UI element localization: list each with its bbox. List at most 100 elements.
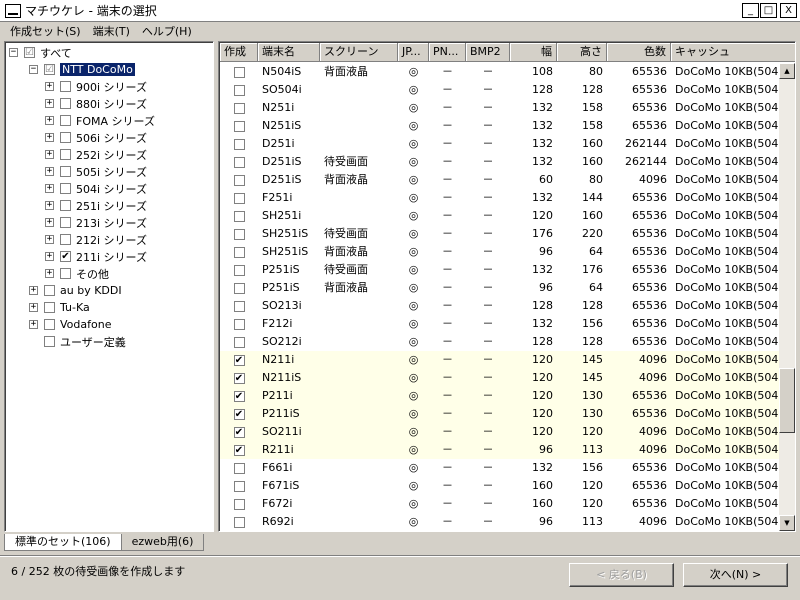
row-checkbox[interactable]: ✔ [233,390,245,402]
column-header-png[interactable]: PN... [429,43,466,62]
tree-node[interactable]: + Tu-Ka [29,299,90,316]
row-checkbox[interactable] [233,84,245,96]
row-checkbox[interactable] [233,192,245,204]
tree-checkbox[interactable] [60,132,71,143]
row-checkbox[interactable]: ✔ [233,408,245,420]
tree-node[interactable]: +212i シリーズ [45,231,147,248]
table-row[interactable]: ✔ R211i ◎ － － 96 113 4096 DoCoMo 10KB(504i [220,441,779,459]
tree-checkbox[interactable] [60,98,71,109]
tree-checkbox[interactable] [60,81,71,92]
expand-icon[interactable]: + [29,286,38,295]
cell-check[interactable] [220,117,258,135]
table-row[interactable]: F212i ◎ － － 132 156 65536 DoCoMo 10KB(504i [220,315,779,333]
expand-icon[interactable]: + [45,116,54,125]
tree-checkbox[interactable] [60,200,71,211]
row-checkbox[interactable] [233,462,245,474]
cell-check[interactable]: ✔ [220,423,258,441]
cell-check[interactable] [220,135,258,153]
row-checkbox[interactable]: ✔ [233,426,245,438]
table-row[interactable]: ✔ P211i ◎ － － 120 130 65536 DoCoMo 10KB(504i [220,387,779,405]
table-row[interactable]: F672i ◎ － － 160 120 65536 DoCoMo 10KB(504i [220,495,779,513]
tree-node[interactable]: +252i シリーズ [45,146,147,163]
column-header-jpeg[interactable]: JP... [398,43,429,62]
tree-node[interactable]: − ☑ NTT DoCoMo [29,61,135,78]
next-button[interactable]: 次へ(N) > [683,563,788,587]
menu-item-set[interactable]: 作成セット(S) [4,23,87,39]
tree-checkbox[interactable] [60,166,71,177]
cell-check[interactable]: ✔ [220,369,258,387]
table-row[interactable]: ✔ P211iS ◎ － － 120 130 65536 DoCoMo 10KB(504i [220,405,779,423]
cell-check[interactable] [220,261,258,279]
expand-icon[interactable]: + [45,167,54,176]
tree-node[interactable]: +506i シリーズ [45,129,147,146]
cell-check[interactable] [220,513,258,531]
cell-check[interactable]: ✔ [220,387,258,405]
expand-icon[interactable]: + [45,269,54,278]
row-checkbox[interactable] [233,210,245,222]
tree-checkbox[interactable] [60,183,71,194]
row-checkbox[interactable] [233,282,245,294]
device-tree[interactable]: − ☑ すべて − ☑ NTT DoCoMo +900i シリーズ +880i シリーズ + FO… [4,41,214,532]
column-header-screen[interactable]: スクリーン [320,43,398,62]
table-row[interactable]: SH251i ◎ － － 120 160 65536 DoCoMo 10KB(504i [220,207,779,225]
cell-check[interactable] [220,297,258,315]
table-row[interactable]: N251i ◎ － － 132 158 65536 DoCoMo 10KB(504i [220,99,779,117]
row-checkbox[interactable] [233,336,245,348]
tree-node[interactable]: +505i シリーズ [45,163,147,180]
expand-icon[interactable]: + [45,235,54,244]
tree-checkbox[interactable] [60,217,71,228]
cell-check[interactable]: ✔ [220,441,258,459]
cell-check[interactable] [220,171,258,189]
tree-checkbox[interactable]: ☑ [24,47,35,58]
scroll-up-arrow-icon[interactable]: ▲ [779,63,795,79]
collapse-icon[interactable]: − [29,65,38,74]
tree-node[interactable]: + FOMA シリーズ [45,112,155,129]
row-checkbox[interactable] [233,318,245,330]
column-header-colors[interactable]: 色数 [607,43,671,62]
tree-checkbox[interactable] [44,285,55,296]
tree-node[interactable]: − ☑ すべて [9,44,72,61]
row-checkbox[interactable] [233,300,245,312]
close-button[interactable]: X [780,3,797,18]
tree-node[interactable]: ユーザー定義 [29,333,126,350]
scroll-down-arrow-icon[interactable]: ▼ [779,515,795,531]
row-checkbox[interactable] [233,264,245,276]
row-checkbox[interactable] [233,246,245,258]
cell-check[interactable] [220,81,258,99]
expand-icon[interactable]: + [45,133,54,142]
table-row[interactable]: SH251iS 背面液晶 ◎ － － 96 64 65536 DoCoMo 10KB(504i [220,243,779,261]
tab-1[interactable]: ezweb用(6) [120,534,205,551]
menu-item-help[interactable]: ヘルプ(H) [136,23,198,39]
cell-check[interactable] [220,315,258,333]
tree-checkbox[interactable] [60,115,71,126]
expand-icon[interactable]: + [45,218,54,227]
column-header-check[interactable]: 作成 [220,43,258,62]
column-header-height[interactable]: 高さ [557,43,607,62]
row-checkbox[interactable] [233,102,245,114]
table-row[interactable]: F251i ◎ － － 132 144 65536 DoCoMo 10KB(504i [220,189,779,207]
minimize-button[interactable]: _ [742,3,759,18]
maximize-button[interactable]: □ [760,3,777,18]
cell-check[interactable] [220,99,258,117]
table-row[interactable]: P251iS 背面液晶 ◎ － － 96 64 65536 DoCoMo 10KB(504i [220,279,779,297]
collapse-icon[interactable]: − [9,48,18,57]
column-header-device-name[interactable]: 端末名 [258,43,320,62]
row-checkbox[interactable] [233,66,245,78]
table-row[interactable]: SO504i ◎ － － 128 128 65536 DoCoMo 10KB(504i [220,81,779,99]
tree-node[interactable]: +900i シリーズ [45,78,147,95]
vertical-scrollbar[interactable]: ▲ ▼ [779,63,795,531]
cell-check[interactable] [220,63,258,81]
table-row[interactable]: F671iS ◎ － － 160 120 65536 DoCoMo 10KB(504i [220,477,779,495]
cell-check[interactable]: ✔ [220,351,258,369]
row-checkbox[interactable]: ✔ [233,444,245,456]
table-row[interactable]: SH251iS 待受画面 ◎ － － 176 220 65536 DoCoMo 10KB(504… [220,225,779,243]
column-header-cache[interactable]: キャッシュ [671,43,795,62]
row-checkbox[interactable] [233,138,245,150]
menu-item-terminal[interactable]: 端末(T) [87,23,136,39]
table-row[interactable]: D251i ◎ － － 132 160 262144 DoCoMo 10KB(504i [220,135,779,153]
table-row[interactable]: D251iS 背面液晶 ◎ － － 60 80 4096 DoCoMo 10KB(504i [220,171,779,189]
cell-check[interactable] [220,243,258,261]
tree-checkbox[interactable] [60,268,71,279]
tree-node[interactable]: +880i シリーズ [45,95,147,112]
row-checkbox[interactable] [233,516,245,528]
